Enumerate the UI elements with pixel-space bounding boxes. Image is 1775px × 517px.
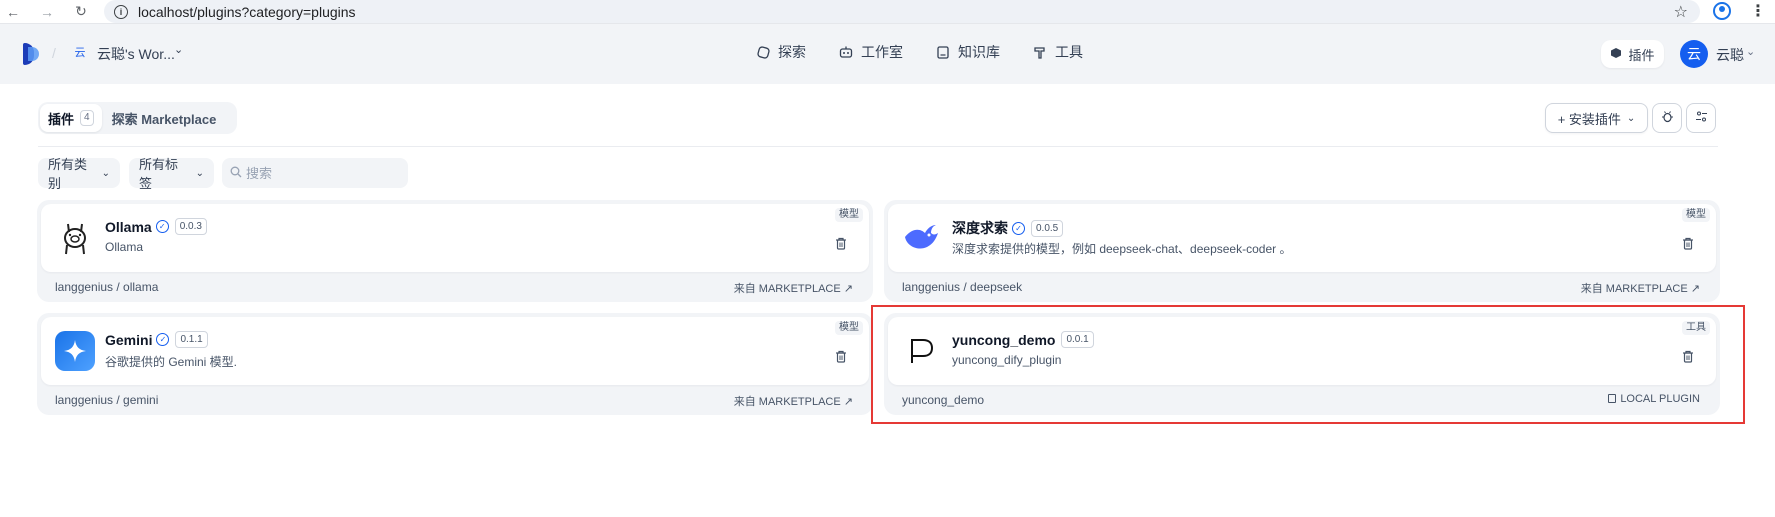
tab-marketplace[interactable]: 探索 Marketplace	[112, 109, 217, 128]
version-badge: 0.0.5	[1031, 219, 1064, 237]
app-header: / 云 云聪's Wor... ⌄ 探索 工作室 知识库 工具 插件 云 云聪 …	[0, 24, 1775, 84]
search-icon	[230, 166, 242, 181]
plugin-description: Ollama	[105, 240, 144, 254]
nav-studio[interactable]: 工作室	[839, 42, 903, 62]
tab-plugins[interactable]: 插件 4	[40, 104, 102, 132]
plugin-name: 深度求索	[952, 220, 1008, 236]
category-tag: 模型	[1682, 208, 1710, 222]
address-bar[interactable]: i localhost/plugins?category=plugins ☆	[104, 0, 1700, 23]
nav-tools[interactable]: 工具	[1033, 42, 1083, 62]
plugin-card-gemini[interactable]: Gemini ✓ 0.1.1 谷歌提供的 Gemini 模型. 模型 langg…	[37, 313, 873, 415]
category-tag: 模型	[835, 321, 863, 335]
plugin-author: langgenius / ollama	[55, 280, 159, 294]
chevron-down-icon[interactable]: ⌄	[1746, 45, 1755, 58]
nav-knowledge-label: 知识库	[958, 44, 1000, 60]
tag-filter-label: 所有标签	[139, 157, 179, 191]
sliders-icon	[1695, 110, 1708, 126]
install-plugin-button[interactable]: + 安装插件 ⌄	[1545, 103, 1648, 133]
bug-icon	[1661, 110, 1674, 126]
hammer-icon	[1033, 45, 1047, 59]
category-filter-label: 所有类别	[48, 157, 88, 191]
divider	[38, 146, 1718, 147]
avatar[interactable]: 云	[1680, 40, 1708, 68]
trash-icon[interactable]	[835, 237, 847, 253]
plugin-card-body[interactable]: Gemini ✓ 0.1.1 谷歌提供的 Gemini 模型. 模型	[41, 317, 869, 385]
chevron-down-icon: ⌄	[1626, 112, 1636, 124]
nav-studio-label: 工作室	[861, 44, 903, 60]
ollama-logo-icon	[55, 218, 95, 258]
marketplace-link[interactable]: 来自 MARKETPLACE ↗	[734, 280, 853, 296]
settings-button[interactable]	[1686, 103, 1716, 133]
plugin-card-body[interactable]: Ollama ✓ 0.0.3 Ollama 模型	[41, 204, 869, 272]
debug-button[interactable]	[1652, 103, 1682, 133]
plugin-description: 谷歌提供的 Gemini 模型.	[105, 355, 238, 369]
search-input[interactable]	[246, 165, 396, 181]
chevron-down-icon: ⌄	[195, 167, 204, 179]
top-nav: 探索 工作室 知识库 工具	[756, 42, 1116, 62]
tag-filter[interactable]: 所有标签 ⌄	[129, 157, 214, 191]
info-icon[interactable]: i	[114, 4, 128, 19]
user-name[interactable]: 云聪	[1716, 45, 1744, 65]
deepseek-logo-icon	[902, 218, 942, 258]
trash-icon[interactable]	[835, 350, 847, 366]
marketplace-link[interactable]: 来自 MARKETPLACE ↗	[734, 393, 853, 409]
nav-explore-label: 探索	[778, 44, 806, 60]
plugin-card-ollama[interactable]: Ollama ✓ 0.0.3 Ollama 模型 langgenius / ol…	[37, 200, 873, 302]
version-badge: 0.1.1	[175, 331, 208, 348]
chevron-down-icon: ⌄	[101, 167, 110, 179]
category-filter[interactable]: 所有类别 ⌄	[38, 157, 120, 191]
url-text[interactable]: localhost/plugins?category=plugins	[138, 4, 356, 20]
browser-toolbar: ← → ↻ i localhost/plugins?category=plugi…	[0, 0, 1775, 24]
breadcrumb-separator: /	[52, 45, 56, 61]
verified-icon: ✓	[155, 220, 169, 233]
robot-icon	[839, 45, 853, 59]
cube-icon	[1610, 47, 1622, 62]
plugin-description: 深度求索提供的模型，例如 deepseek-chat、deepseek-code…	[952, 242, 1292, 256]
back-icon[interactable]: ←	[2, 1, 24, 23]
highlight-box	[871, 305, 1745, 424]
verified-icon: ✓	[156, 333, 170, 346]
plugin-author: langgenius / deepseek	[902, 280, 1023, 294]
version-badge: 0.0.3	[174, 218, 207, 235]
nav-explore[interactable]: 探索	[756, 42, 806, 62]
book-icon	[936, 45, 950, 59]
plugin-tabs: 插件 4 探索 Marketplace	[38, 102, 237, 134]
nav-tools-label: 工具	[1055, 44, 1083, 60]
search-box[interactable]	[222, 158, 408, 188]
trash-icon[interactable]	[1682, 237, 1694, 253]
app-logo[interactable]	[23, 43, 41, 65]
bookmark-star-icon[interactable]: ☆	[1674, 2, 1688, 22]
chevron-down-icon[interactable]: ⌄	[174, 43, 183, 56]
install-plugin-label: + 安装插件	[1557, 111, 1621, 127]
category-tag: 模型	[835, 208, 863, 222]
plugin-author: langgenius / gemini	[55, 393, 159, 407]
tab-plugins-label: 插件	[48, 111, 75, 127]
plugin-card-body[interactable]: 深度求索 ✓ 0.0.5 深度求索提供的模型，例如 deepseek-chat、…	[888, 204, 1716, 272]
plugin-count-badge: 4	[80, 110, 94, 126]
browser-menu-icon[interactable]: ⋮	[1750, 1, 1766, 21]
workspace-switcher[interactable]: 云聪's Wor...	[97, 44, 175, 64]
plugin-name: Gemini	[105, 331, 153, 348]
marketplace-link[interactable]: 来自 MARKETPLACE ↗	[1581, 280, 1700, 296]
workspace-badge: 云	[74, 47, 86, 59]
compass-icon	[756, 45, 770, 59]
plugins-button[interactable]: 插件	[1601, 40, 1664, 68]
plugin-card-deepseek[interactable]: 深度求索 ✓ 0.0.5 深度求索提供的模型，例如 deepseek-chat、…	[884, 200, 1720, 302]
browser-profile-icon[interactable]	[1713, 2, 1731, 20]
plugin-name: Ollama	[105, 218, 152, 235]
verified-icon: ✓	[1012, 221, 1025, 235]
nav-knowledge[interactable]: 知识库	[936, 42, 1000, 62]
reload-icon[interactable]: ↻	[70, 1, 92, 23]
forward-icon[interactable]: →	[36, 1, 58, 23]
plugins-button-label: 插件	[1628, 47, 1655, 63]
gemini-logo-icon	[55, 331, 95, 371]
